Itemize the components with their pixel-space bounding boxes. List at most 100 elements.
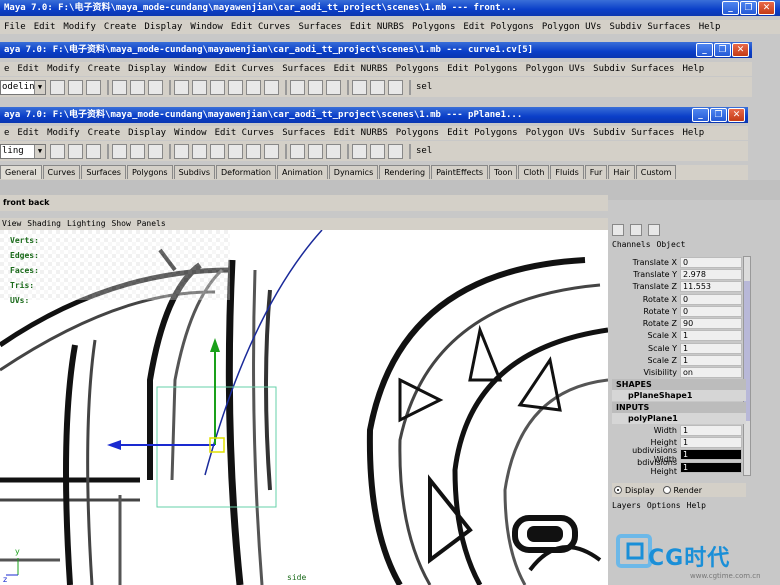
channel-value[interactable]: 1 [680, 355, 742, 367]
shelf-tab[interactable]: Dynamics [328, 165, 379, 179]
menu-item[interactable]: Edit Polygons [447, 64, 517, 74]
input-value[interactable]: 1 [680, 461, 742, 473]
menu-item[interactable]: Window [174, 64, 207, 74]
maximize-icon[interactable]: ❐ [714, 43, 731, 57]
layer-menu-item[interactable]: Layers [612, 501, 641, 510]
menu-item[interactable]: Create [88, 64, 121, 74]
magnet-icon[interactable] [264, 79, 279, 95]
menu-item[interactable]: Polygons [396, 64, 439, 74]
channel-value[interactable]: 90 [680, 318, 742, 330]
menu-set-select[interactable]: ling ▼ [0, 143, 46, 159]
channel-value[interactable]: 1 [680, 330, 742, 342]
menu-item[interactable]: Edit NURBS [334, 64, 388, 74]
menu-item[interactable]: Modify [47, 128, 80, 138]
menu-item[interactable]: Edit NURBS [334, 128, 388, 138]
channel-box-icon[interactable] [612, 224, 624, 236]
shelf-tab[interactable]: Animation [276, 165, 328, 179]
shelf-tab[interactable]: Hair [608, 165, 635, 179]
snap-point-icon[interactable] [210, 79, 225, 95]
channel-row[interactable]: Rotate Z 90 [612, 317, 746, 330]
select-object-icon[interactable] [130, 79, 145, 95]
menu-item[interactable]: Polygon UVs [542, 22, 602, 32]
channel-value[interactable]: 0 [680, 305, 742, 317]
menu-item[interactable]: Edit Curves [231, 22, 291, 32]
channel-value[interactable]: 1 [680, 342, 742, 354]
render-radio[interactable]: Render [662, 485, 702, 495]
layer-menu-item[interactable]: Options [647, 501, 681, 510]
magnet-icon[interactable] [264, 143, 279, 159]
menu-item[interactable]: Edit NURBS [350, 22, 404, 32]
chevron-down-icon[interactable]: ▼ [34, 144, 45, 158]
channel-box-menu-item[interactable]: Object [657, 240, 686, 249]
save-scene-icon[interactable] [86, 143, 101, 159]
menu-set-select[interactable]: odeling ▼ [0, 79, 46, 95]
layer-menu-item[interactable]: Help [687, 501, 706, 510]
select-object-icon[interactable] [130, 143, 145, 159]
shelf-tab[interactable]: General [0, 165, 42, 179]
menu-item[interactable]: Edit Curves [215, 64, 275, 74]
history-output-icon[interactable] [308, 143, 323, 159]
menu-item[interactable]: Polygon UVs [526, 128, 586, 138]
snap-point-icon[interactable] [210, 143, 225, 159]
snap-curve-icon[interactable] [192, 79, 207, 95]
menu-item[interactable]: Edit Polygons [463, 22, 533, 32]
close-icon[interactable]: ✕ [758, 1, 775, 15]
menu-item[interactable]: Display [144, 22, 182, 32]
channel-row[interactable]: Rotate X0 [612, 293, 746, 305]
menu-item[interactable]: Subdiv Surfaces [593, 128, 674, 138]
shape-node[interactable]: pPlaneShape1 [612, 390, 746, 401]
menu-item[interactable]: Window [190, 22, 223, 32]
history-input-icon[interactable] [290, 79, 305, 95]
history-output-icon[interactable] [308, 79, 323, 95]
open-scene-icon[interactable] [68, 79, 83, 95]
channel-row[interactable]: Scale X1 [612, 330, 746, 342]
input-node[interactable]: polyPlane1 [612, 413, 746, 424]
select-hierarchy-icon[interactable] [112, 143, 127, 159]
menu-item[interactable]: Polygons [396, 128, 439, 138]
minimize-icon[interactable]: _ [692, 108, 709, 122]
shelf-tab[interactable]: Deformation [216, 165, 276, 179]
chevron-down-icon[interactable]: ▼ [34, 80, 45, 94]
shelf-tab[interactable]: PaintEffects [431, 165, 489, 179]
save-scene-icon[interactable] [86, 79, 101, 95]
menu-item[interactable]: Subdiv Surfaces [609, 22, 690, 32]
channel-value[interactable]: 11.553 [680, 281, 742, 293]
channel-value[interactable]: 0 [680, 256, 742, 268]
menu-item[interactable]: Surfaces [282, 128, 325, 138]
render-icon[interactable] [352, 79, 367, 95]
construction-history-icon[interactable] [326, 143, 341, 159]
channel-row[interactable]: Scale Z1 [612, 354, 746, 367]
channel-box-menu-item[interactable]: Channels [612, 240, 651, 249]
viewport[interactable]: y z side Verts: Edges: Faces: Tris: UVs: [0, 230, 608, 585]
snap-plane-icon[interactable] [228, 79, 243, 95]
channel-row[interactable]: Translate Z 11.553 [612, 281, 746, 293]
tool-settings-icon[interactable] [648, 224, 660, 236]
window-title-bar[interactable]: aya 7.0: F:\电子资料\maya_mode-cundang\mayaw… [0, 107, 748, 123]
window-title-bar[interactable]: Maya 7.0: F:\电子资料\maya_mode-cundang\maya… [0, 0, 780, 16]
input-row[interactable]: Width 1 [612, 424, 746, 436]
live-surface-icon[interactable] [246, 143, 261, 159]
ipr-icon[interactable] [370, 79, 385, 95]
menu-item[interactable]: Help [682, 128, 704, 138]
history-input-icon[interactable] [290, 143, 305, 159]
live-surface-icon[interactable] [246, 79, 261, 95]
menu-item[interactable]: Edit Curves [215, 128, 275, 138]
channel-value[interactable]: 0 [680, 293, 742, 305]
input-value[interactable]: 1 [680, 449, 742, 461]
panel-menu-item[interactable]: Show [112, 219, 131, 228]
new-scene-icon[interactable] [50, 143, 65, 159]
panel-menu-item[interactable]: Lighting [67, 219, 106, 228]
minimize-icon[interactable]: _ [696, 43, 713, 57]
snap-plane-icon[interactable] [228, 143, 243, 159]
render-globals-icon[interactable] [388, 143, 403, 159]
window-title-bar[interactable]: aya 7.0: F:\电子资料\maya_mode-cundang\mayaw… [0, 42, 752, 58]
select-component-icon[interactable] [148, 79, 163, 95]
new-scene-icon[interactable] [50, 79, 65, 95]
shelf-tab[interactable]: Toon [489, 165, 518, 179]
shelf-tab[interactable]: Polygons [126, 165, 173, 179]
panel-menu-item[interactable]: Panels [137, 219, 166, 228]
channel-row[interactable]: Visibility on [612, 367, 746, 379]
snap-grid-icon[interactable] [174, 143, 189, 159]
open-scene-icon[interactable] [68, 143, 83, 159]
shelf-tab[interactable]: Curves [42, 165, 81, 179]
